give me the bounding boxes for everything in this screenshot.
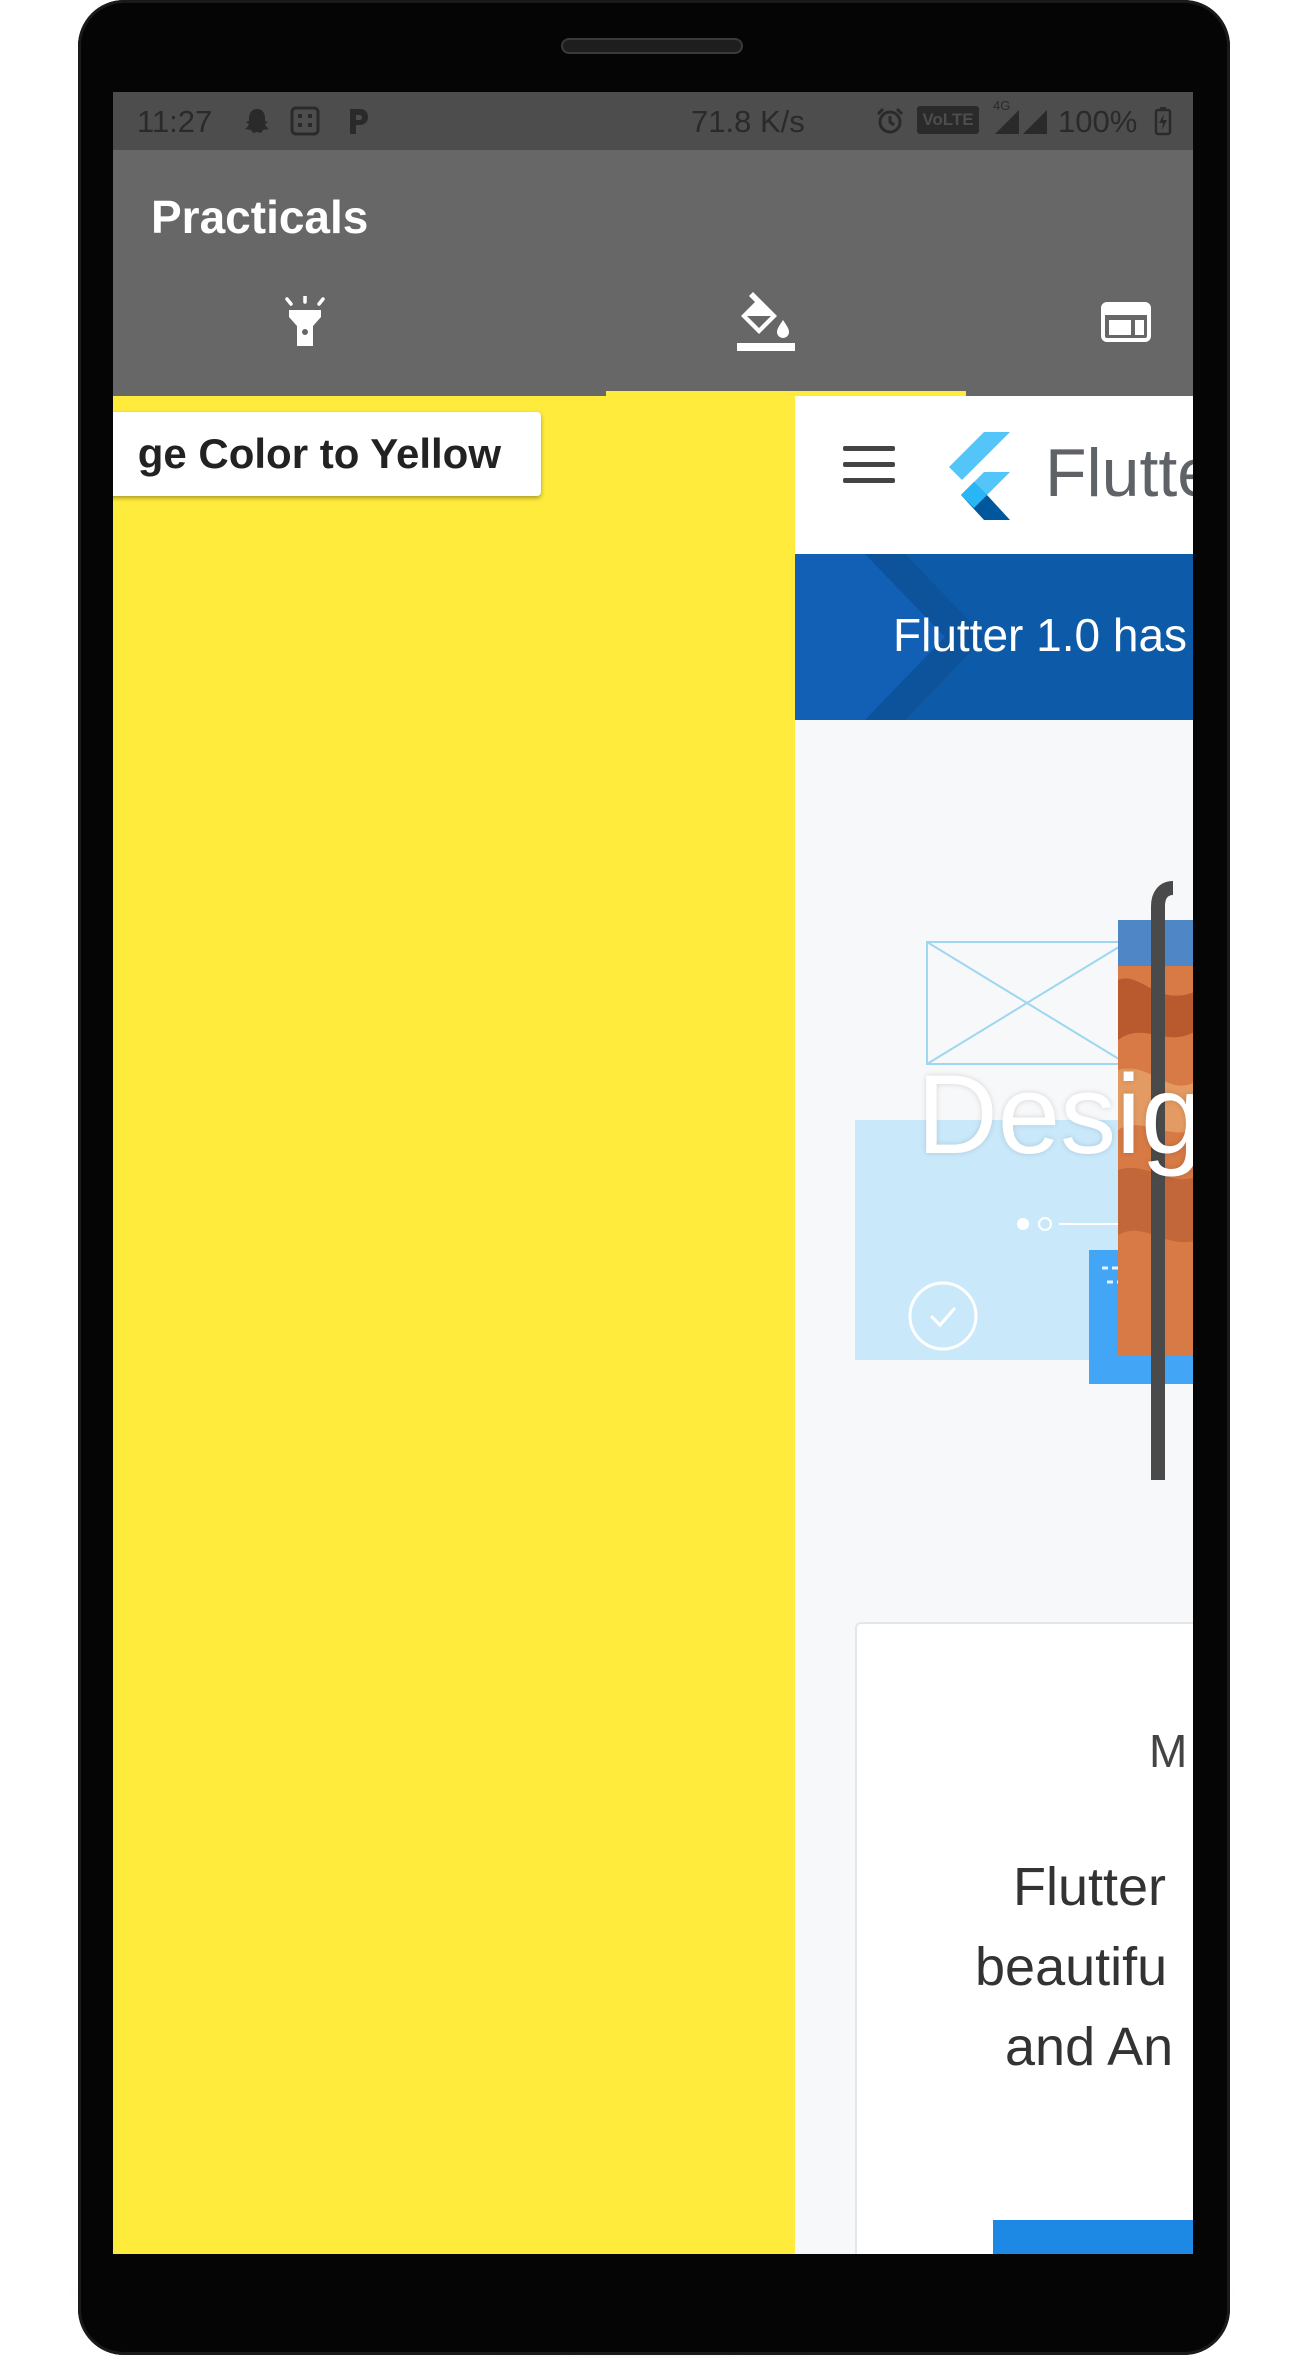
flutter-brand-text: Flutte <box>1045 435 1193 511</box>
menu-icon[interactable] <box>843 446 895 483</box>
battery-charging-icon <box>1154 107 1172 136</box>
info-card: M Flutter beautifu and An <box>855 1622 1193 2254</box>
battery-percent: 100% <box>1058 104 1138 139</box>
tab-content: ge Color to Yellow Flutte Flutter 1.0 ha <box>113 396 1193 2254</box>
calculator-icon <box>290 106 320 136</box>
status-bar: 11:27 71.8 K/s VoLTE 4G 100% <box>113 92 1193 150</box>
paint-bucket-icon <box>737 292 795 351</box>
web-header: Flutte <box>795 396 1193 554</box>
hero-illustration: Desig <box>795 720 1193 1551</box>
alarm-icon <box>876 107 904 134</box>
card-cta-button[interactable] <box>993 2220 1193 2254</box>
hero-heading: Desig <box>917 1052 1193 1177</box>
tab-web-view[interactable] <box>946 248 1193 396</box>
banner-text: Flutter 1.0 has <box>893 609 1188 661</box>
card-text-line-1: Flutter <box>1013 1857 1167 1917</box>
network-speed: 71.8 K/s <box>691 104 805 139</box>
yellow-tab-page: ge Color to Yellow <box>113 396 795 2254</box>
tab-paint-bucket[interactable] <box>586 248 946 396</box>
snapchat-icon <box>245 109 269 133</box>
flutter-logo-icon <box>949 432 1010 520</box>
device-screen: 11:27 71.8 K/s VoLTE 4G 100% Practicals … <box>113 92 1193 2254</box>
app-bar: Practicals <box>113 150 1193 396</box>
change-color-button[interactable]: ge Color to Yellow <box>113 412 541 496</box>
page-title: Practicals <box>151 191 369 243</box>
paytm-icon <box>350 109 368 134</box>
announcement-banner[interactable]: Flutter 1.0 has <box>795 554 1193 720</box>
card-text-line-3: and An <box>1005 2017 1174 2077</box>
volte-badge: VoLTE <box>917 106 979 134</box>
status-time: 11:27 <box>137 104 213 139</box>
web-window-icon <box>1101 302 1151 342</box>
card-text-line-2: beautifu <box>975 1937 1168 1997</box>
signal-strength-icon-2 <box>1023 110 1047 134</box>
card-heading: M <box>1149 1725 1188 1777</box>
tab-flashlight[interactable] <box>125 248 485 396</box>
phone-speaker <box>561 38 743 54</box>
webview-tab-page[interactable]: Flutte Flutter 1.0 has <box>795 396 1193 2254</box>
flashlight-icon <box>285 296 325 346</box>
